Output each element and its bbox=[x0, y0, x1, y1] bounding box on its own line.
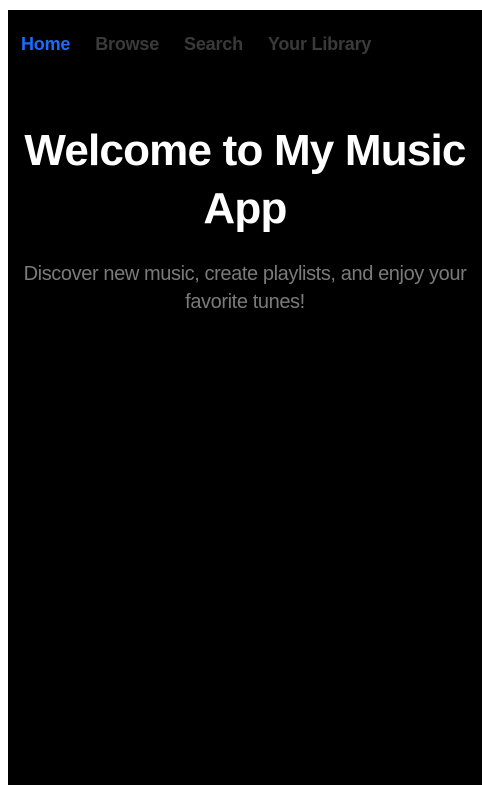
page-title: Welcome to My Music App bbox=[24, 126, 466, 233]
nav-link-search[interactable]: Search bbox=[184, 35, 243, 53]
app-window: Home Browse Search Your Library Welcome … bbox=[8, 10, 482, 785]
page-subtitle: Discover new music, create playlists, an… bbox=[23, 263, 467, 313]
main-nav: Home Browse Search Your Library bbox=[21, 35, 396, 53]
nav-link-browse[interactable]: Browse bbox=[95, 35, 159, 53]
hero-section: Welcome to My Music App Discover new mus… bbox=[8, 122, 482, 316]
nav-link-your-library[interactable]: Your Library bbox=[268, 35, 371, 53]
nav-link-home[interactable]: Home bbox=[21, 35, 70, 53]
